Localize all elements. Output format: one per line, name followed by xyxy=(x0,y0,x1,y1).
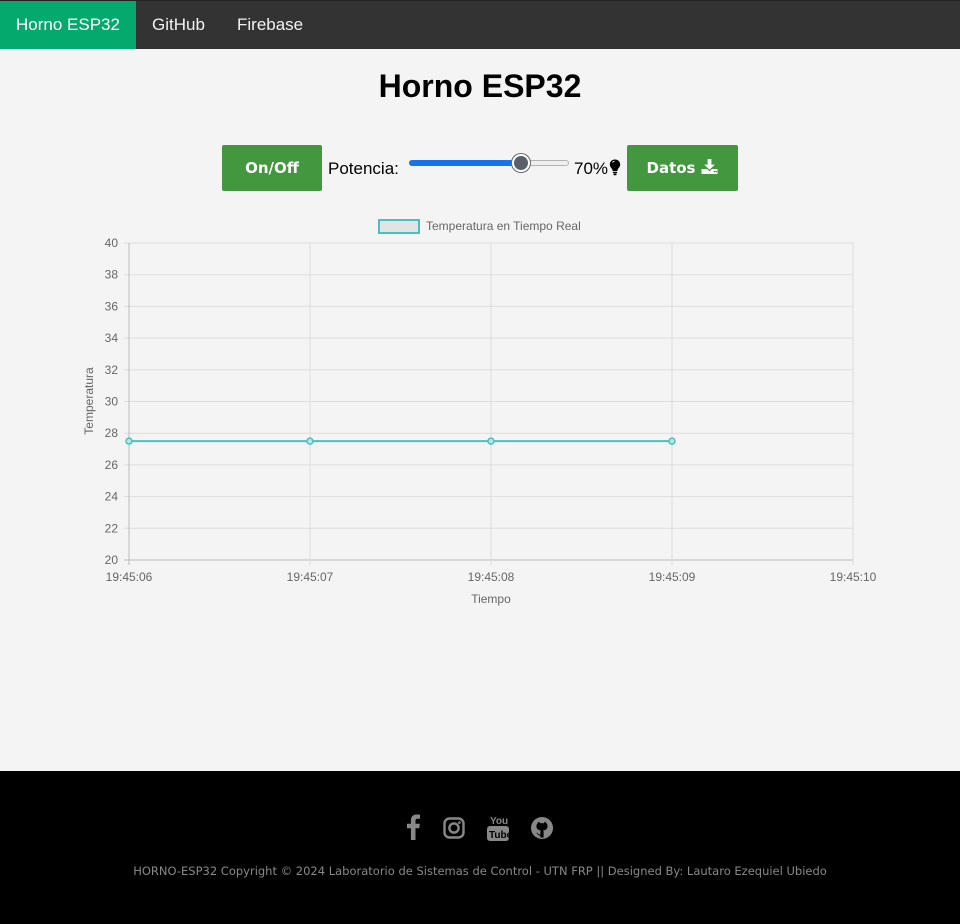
x-tick-label: 19:45:07 xyxy=(287,570,334,584)
download-icon xyxy=(701,158,718,178)
y-axis-label: Temperatura xyxy=(82,367,96,435)
y-tick-label: 26 xyxy=(105,458,119,472)
x-axis-ticks: 19:45:06 19:45:07 19:45:08 19:45:09 19:45:10 xyxy=(106,570,877,584)
y-tick-label: 22 xyxy=(105,521,119,535)
y-tick-label: 32 xyxy=(105,363,119,377)
y-tick-label: 28 xyxy=(105,426,119,440)
youtube-icon[interactable]: You Tube xyxy=(486,814,513,847)
y-tick-label: 36 xyxy=(105,299,119,313)
data-point[interactable] xyxy=(668,437,676,445)
nav-firebase-link[interactable]: Firebase xyxy=(237,1,303,49)
x-tick-label: 19:45:10 xyxy=(830,570,877,584)
data-point[interactable] xyxy=(125,437,133,445)
data-point[interactable] xyxy=(306,437,314,445)
github-icon[interactable] xyxy=(530,814,554,845)
potencia-slider[interactable] xyxy=(409,154,569,172)
nav-brand-link[interactable]: Horno ESP32 xyxy=(0,1,136,49)
instagram-icon[interactable] xyxy=(443,814,465,845)
data-point[interactable] xyxy=(487,437,495,445)
chart-series xyxy=(125,437,676,445)
slider-thumb[interactable] xyxy=(512,154,530,172)
potencia-value: 70% xyxy=(574,159,609,178)
x-tick-label: 19:45:08 xyxy=(468,570,515,584)
chart-grid xyxy=(124,242,854,565)
legend-swatch xyxy=(378,219,420,234)
x-tick-label: 19:45:09 xyxy=(649,570,696,584)
chart-legend[interactable]: Temperatura en Tiempo Real xyxy=(378,219,581,234)
datos-button[interactable]: Datos xyxy=(627,145,738,191)
lightbulb-icon xyxy=(609,159,621,181)
y-tick-label: 30 xyxy=(105,395,119,409)
y-tick-label: 24 xyxy=(105,490,119,504)
potencia-label: Potencia: xyxy=(328,159,399,178)
top-navbar: Horno ESP32 GitHub Firebase xyxy=(0,0,960,49)
temperature-chart: 2022242628303234363840 19:45:06 19:45:07 1… xyxy=(82,219,877,606)
svg-text:Tube: Tube xyxy=(489,830,510,841)
x-axis-label: Tiempo xyxy=(471,592,511,606)
legend-label: Temperatura en Tiempo Real xyxy=(426,219,581,233)
y-tick-label: 34 xyxy=(105,331,119,345)
nav-github-link[interactable]: GitHub xyxy=(152,1,205,49)
y-tick-label: 40 xyxy=(105,236,119,250)
slider-fill xyxy=(409,160,521,166)
x-tick-label: 19:45:06 xyxy=(106,570,153,584)
footer xyxy=(0,771,960,924)
facebook-icon[interactable] xyxy=(405,814,421,845)
y-tick-label: 38 xyxy=(105,268,119,282)
y-tick-label: 20 xyxy=(105,553,119,567)
onoff-button-label: On/Off xyxy=(245,159,299,177)
onoff-button[interactable]: On/Off xyxy=(222,145,322,191)
y-axis-ticks: 20 22 24 26 28 30 32 34 36 38 40 xyxy=(105,236,119,567)
datos-button-label: Datos xyxy=(646,159,696,177)
page-title: Horno ESP32 xyxy=(378,68,582,104)
svg-text:You: You xyxy=(490,816,508,827)
footer-copyright: HORNO-ESP32 Copyright © 2024 Laboratorio… xyxy=(133,864,827,878)
